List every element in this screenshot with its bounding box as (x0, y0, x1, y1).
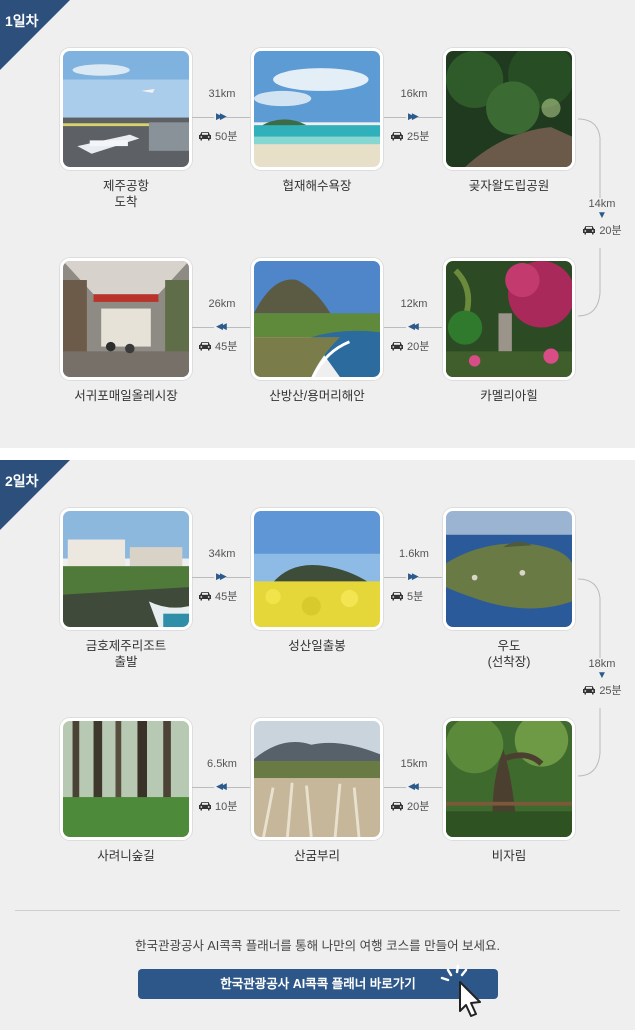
leg-connector: 6.5km ◀◀ 10분 (192, 758, 252, 818)
spot-jeju-airport[interactable]: 제주공항 도착 (60, 48, 192, 210)
spot-name: 협재해수욕장 (282, 179, 352, 193)
leg-time: 5분 (407, 591, 424, 603)
spot-photo (443, 48, 575, 170)
leg-connector: 16km ▶▶ 25분 (384, 88, 444, 148)
spot-photo (60, 718, 192, 840)
double-arrow-left-icon: ◀◀ (406, 781, 419, 792)
spot-saryeoni-forest[interactable]: 사려니숲길 (60, 718, 192, 864)
spot-name: 산굼부리 (293, 849, 340, 863)
footer-divider (15, 910, 620, 911)
leg-time: 45분 (215, 591, 238, 603)
spot-photo (251, 718, 383, 840)
leg-connector: 12km ◀◀ 20분 (384, 298, 444, 358)
spot-photo (443, 508, 575, 630)
spot-name: 사려니숲길 (97, 849, 155, 863)
leg-connector: 31km ▶▶ 50분 (192, 88, 252, 148)
car-icon (198, 591, 212, 601)
leg-distance: 26km (208, 298, 236, 310)
car-icon (198, 801, 212, 811)
spot-hyeopjae-beach[interactable]: 협재해수욕장 (251, 48, 383, 194)
planner-description: 한국관광공사 AI콕콕 플래너를 통해 나만의 여행 코스를 만들어 보세요. (134, 939, 501, 953)
spot-photo (443, 258, 575, 380)
leg-connector: 34km ▶▶ 45분 (192, 548, 252, 608)
spot-photo (251, 258, 383, 380)
double-arrow-right-icon: ▶▶ (406, 571, 419, 582)
double-arrow-left-icon: ◀◀ (214, 781, 227, 792)
spot-name: 제주공항 도착 (102, 179, 149, 209)
spot-photo (251, 48, 383, 170)
leg-connector-vertical: 18km ▼ 25분 (572, 658, 632, 698)
leg-time: 20분 (407, 801, 430, 813)
leg-time: 20분 (599, 225, 622, 237)
car-icon (390, 341, 404, 351)
spot-udo-island[interactable]: 우도 (선착장) (443, 508, 575, 670)
leg-time: 25분 (407, 131, 430, 143)
leg-time: 50분 (215, 131, 238, 143)
leg-distance: 18km (588, 658, 616, 670)
spot-name: 산방산/용머리해안 (269, 389, 365, 403)
spot-photo (60, 48, 192, 170)
spot-name: 서귀포매일올레시장 (74, 389, 178, 403)
spot-photo (60, 508, 192, 630)
spot-photo (251, 508, 383, 630)
spot-sanbangsan[interactable]: 산방산/용머리해안 (251, 258, 383, 404)
double-arrow-right-icon: ▶▶ (214, 571, 227, 582)
car-icon (390, 131, 404, 141)
leg-distance: 14km (588, 198, 616, 210)
car-icon (582, 225, 596, 235)
day1-section: 1일차 제주공항 도착 31km ▶▶ 50분 협재해수욕장 16km ▶▶ 2… (0, 0, 635, 448)
leg-distance: 1.6km (399, 548, 429, 560)
leg-distance: 34km (208, 548, 236, 560)
arrow-down-icon: ▼ (597, 210, 607, 221)
leg-connector: 15km ◀◀ 20분 (384, 758, 444, 818)
leg-time: 20분 (407, 341, 430, 353)
leg-distance: 15km (400, 758, 428, 770)
day2-tag-label: 2일차 (5, 473, 39, 489)
leg-distance: 16km (400, 88, 428, 100)
spot-photo (60, 258, 192, 380)
spot-name: 비자림 (491, 849, 527, 863)
spot-seongsan-ilchulbong[interactable]: 성산일출봉 (251, 508, 383, 654)
car-icon (390, 591, 404, 601)
spot-name: 카멜리아힐 (480, 389, 538, 403)
car-icon (582, 685, 596, 695)
spot-bijarim-forest[interactable]: 비자림 (443, 718, 575, 864)
leg-connector-vertical: 14km ▼ 20분 (572, 198, 632, 238)
leg-time: 45분 (215, 341, 238, 353)
click-cursor-icon (440, 964, 481, 1017)
leg-connector: 1.6km ▶▶ 5분 (384, 548, 444, 608)
double-arrow-right-icon: ▶▶ (406, 111, 419, 122)
spot-name: 곶자왈도립공원 (468, 179, 550, 193)
car-icon (198, 341, 212, 351)
car-icon (390, 801, 404, 811)
spot-photo (443, 718, 575, 840)
double-arrow-right-icon: ▶▶ (214, 111, 227, 122)
leg-distance: 12km (400, 298, 428, 310)
spot-name: 우도 (선착장) (487, 639, 531, 669)
double-arrow-left-icon: ◀◀ (406, 321, 419, 332)
day2-section: 2일차 금호제주리조트 출발 34km ▶▶ 45분 성산일출봉 1.6km ▶… (0, 460, 635, 890)
section-divider (0, 448, 635, 460)
car-icon (198, 131, 212, 141)
spot-seogwipo-market[interactable]: 서귀포매일올레시장 (60, 258, 192, 404)
leg-connector: 26km ◀◀ 45분 (192, 298, 252, 358)
leg-distance: 6.5km (207, 758, 237, 770)
spot-name: 금호제주리조트 출발 (85, 639, 167, 669)
spot-camellia-hill[interactable]: 카멜리아힐 (443, 258, 575, 404)
day1-tag-label: 1일차 (5, 13, 39, 29)
footer: 한국관광공사 AI콕콕 플래너를 통해 나만의 여행 코스를 만들어 보세요. … (0, 890, 635, 1030)
spot-sangumburi[interactable]: 산굼부리 (251, 718, 383, 864)
arrow-down-icon: ▼ (597, 670, 607, 681)
spot-name: 성산일출봉 (288, 639, 346, 653)
leg-time: 25분 (599, 685, 622, 697)
leg-distance: 31km (208, 88, 236, 100)
spot-gotjawal-park[interactable]: 곶자왈도립공원 (443, 48, 575, 194)
leg-time: 10분 (215, 801, 238, 813)
double-arrow-left-icon: ◀◀ (214, 321, 227, 332)
spot-kumho-resort[interactable]: 금호제주리조트 출발 (60, 508, 192, 670)
